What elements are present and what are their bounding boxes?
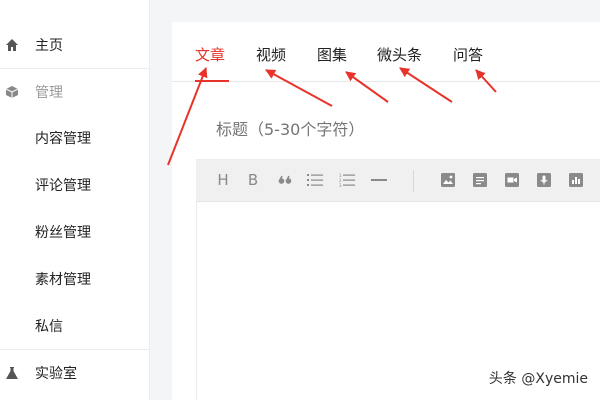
sidebar-item-label: 素材管理: [35, 272, 91, 288]
toolbar-separator: [413, 170, 414, 192]
sidebar-item-label: 评论管理: [35, 178, 91, 194]
svg-text:3: 3: [339, 183, 342, 187]
flask-icon: [5, 366, 19, 380]
tab-bar: 文章 视频 图集 微头条 问答: [172, 22, 600, 82]
sidebar: 主页 管理 内容管理 评论管理 粉丝管理 素材管理 私信 实验室: [0, 0, 150, 400]
sidebar-item-fans-management[interactable]: 粉丝管理: [0, 209, 150, 255]
title-area: [196, 104, 600, 160]
main-panel: 文章 视频 图集 微头条 问答 H B 123: [172, 22, 600, 400]
document-icon[interactable]: [471, 170, 489, 190]
home-icon: [5, 38, 19, 52]
sidebar-item-label: 内容管理: [35, 131, 91, 147]
watermark: 头条 @Xyemie: [488, 371, 588, 387]
sidebar-item-label: 管理: [35, 85, 63, 101]
sidebar-item-material-management[interactable]: 素材管理: [0, 256, 150, 302]
numbered-list-icon[interactable]: 123: [338, 170, 356, 190]
bold-icon[interactable]: B: [244, 170, 262, 190]
sidebar-item-label: 粉丝管理: [35, 225, 91, 241]
tab-video[interactable]: 视频: [256, 44, 286, 65]
heading-icon[interactable]: H: [214, 170, 232, 190]
tab-micro-headline[interactable]: 微头条: [377, 44, 422, 65]
title-input[interactable]: [216, 120, 576, 139]
divider-icon[interactable]: [370, 170, 388, 190]
chart-icon[interactable]: [567, 170, 585, 190]
tab-article[interactable]: 文章: [195, 44, 225, 65]
bullet-list-icon[interactable]: [306, 170, 324, 190]
tab-gallery[interactable]: 图集: [317, 44, 347, 65]
sidebar-item-label: 实验室: [35, 366, 77, 382]
sidebar-item-label: 主页: [35, 38, 63, 54]
sidebar-item-home[interactable]: 主页: [0, 22, 150, 68]
quote-icon[interactable]: [276, 170, 294, 190]
editor-toolbar: H B 123: [196, 160, 600, 202]
image-icon[interactable]: [439, 170, 457, 190]
sidebar-item-private-message[interactable]: 私信: [0, 303, 150, 349]
cube-icon: [5, 85, 19, 99]
sidebar-item-lab[interactable]: 实验室: [0, 350, 150, 396]
sidebar-item-label: 私信: [35, 319, 63, 335]
sidebar-item-content-management[interactable]: 内容管理: [0, 115, 150, 161]
tab-qa[interactable]: 问答: [453, 44, 483, 65]
sidebar-item-comment-management[interactable]: 评论管理: [0, 162, 150, 208]
audio-icon[interactable]: [535, 170, 553, 190]
active-tab-indicator: [195, 80, 229, 82]
video-icon[interactable]: [503, 170, 521, 190]
sidebar-item-manage[interactable]: 管理: [0, 69, 150, 115]
